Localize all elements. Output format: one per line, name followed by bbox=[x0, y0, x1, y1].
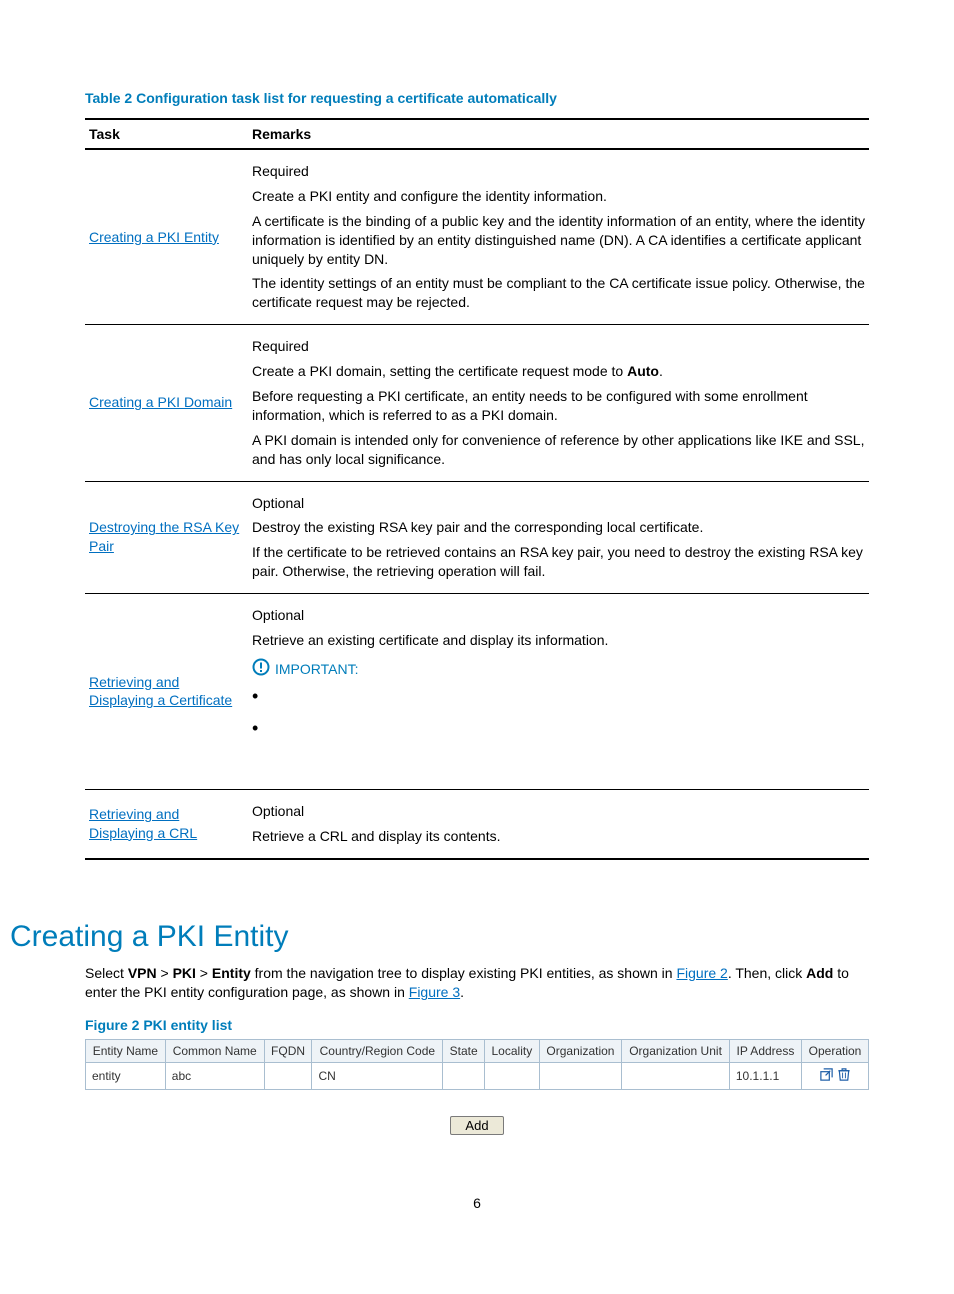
cell-state bbox=[443, 1062, 485, 1089]
link-retrieve-crl[interactable]: Retrieving and Displaying a CRL bbox=[89, 806, 197, 841]
important-bullets: • • bbox=[252, 687, 865, 769]
cell-country: CN bbox=[312, 1062, 443, 1089]
remark-text: Required bbox=[252, 337, 865, 356]
link-figure-2[interactable]: Figure 2 bbox=[676, 965, 727, 981]
col-org: Organization bbox=[539, 1039, 622, 1062]
remark-text: A certificate is the binding of a public… bbox=[252, 212, 865, 269]
col-entity-name: Entity Name bbox=[86, 1039, 166, 1062]
col-country: Country/Region Code bbox=[312, 1039, 443, 1062]
trash-icon[interactable] bbox=[837, 1067, 851, 1085]
table-caption: Table 2 Configuration task list for requ… bbox=[85, 90, 869, 106]
cell-operation bbox=[802, 1062, 869, 1089]
remark-text: Create a PKI entity and configure the id… bbox=[252, 187, 865, 206]
cell-entity-name: entity bbox=[86, 1062, 166, 1089]
important-icon bbox=[252, 658, 270, 681]
remark-text: Create a PKI domain, setting the certifi… bbox=[252, 362, 865, 381]
table-row: Retrieving and Displaying a CRL Optional… bbox=[85, 789, 869, 858]
task-table: Task Remarks Creating a PKI Entity Requi… bbox=[85, 118, 869, 860]
cell-ip: 10.1.1.1 bbox=[729, 1062, 801, 1089]
col-ou: Organization Unit bbox=[622, 1039, 730, 1062]
grid-row: entity abc CN 10.1.1.1 bbox=[86, 1062, 869, 1089]
pki-entity-grid: Entity Name Common Name FQDN Country/Reg… bbox=[85, 1039, 869, 1090]
link-creating-pki-entity[interactable]: Creating a PKI Entity bbox=[89, 229, 219, 245]
cell-fqdn bbox=[264, 1062, 312, 1089]
table-row: Destroying the RSA Key Pair Optional Des… bbox=[85, 481, 869, 594]
table-row: Creating a PKI Entity Required Create a … bbox=[85, 149, 869, 325]
col-operation: Operation bbox=[802, 1039, 869, 1062]
remark-text: Retrieve an existing certificate and dis… bbox=[252, 631, 865, 650]
remark-text: Optional bbox=[252, 606, 865, 625]
table-row: Creating a PKI Domain Required Create a … bbox=[85, 325, 869, 481]
remark-text: The identity settings of an entity must … bbox=[252, 274, 865, 312]
link-retrieve-cert[interactable]: Retrieving and Displaying a Certificate bbox=[89, 674, 232, 709]
cell-org bbox=[539, 1062, 622, 1089]
remark-text: If the certificate to be retrieved conta… bbox=[252, 543, 865, 581]
page-number: 6 bbox=[85, 1195, 869, 1211]
th-remarks: Remarks bbox=[248, 119, 869, 149]
link-destroy-rsa[interactable]: Destroying the RSA Key Pair bbox=[89, 519, 239, 554]
remark-text: A PKI domain is intended only for conven… bbox=[252, 431, 865, 469]
remark-text: Before requesting a PKI certificate, an … bbox=[252, 387, 865, 425]
col-common-name: Common Name bbox=[165, 1039, 264, 1062]
col-fqdn: FQDN bbox=[264, 1039, 312, 1062]
cell-locality bbox=[485, 1062, 540, 1089]
remark-text: Optional bbox=[252, 494, 865, 513]
section-heading: Creating a PKI Entity bbox=[10, 920, 869, 954]
figure-caption: Figure 2 PKI entity list bbox=[85, 1017, 869, 1033]
cell-common-name: abc bbox=[165, 1062, 264, 1089]
col-state: State bbox=[443, 1039, 485, 1062]
remark-text: Retrieve a CRL and display its contents. bbox=[252, 827, 865, 846]
link-figure-3[interactable]: Figure 3 bbox=[409, 984, 460, 1000]
important-label: IMPORTANT: bbox=[275, 660, 359, 679]
cell-ou bbox=[622, 1062, 730, 1089]
th-task: Task bbox=[85, 119, 248, 149]
add-button[interactable]: Add bbox=[450, 1116, 503, 1135]
col-locality: Locality bbox=[485, 1039, 540, 1062]
link-creating-pki-domain[interactable]: Creating a PKI Domain bbox=[89, 394, 232, 410]
table-row: Retrieving and Displaying a Certificate … bbox=[85, 594, 869, 790]
remark-text: Destroy the existing RSA key pair and th… bbox=[252, 518, 865, 537]
section-paragraph: Select VPN > PKI > Entity from the navig… bbox=[85, 964, 869, 1003]
remark-text: Optional bbox=[252, 802, 865, 821]
edit-icon[interactable] bbox=[819, 1067, 834, 1085]
col-ip: IP Address bbox=[729, 1039, 801, 1062]
remark-text: Required bbox=[252, 162, 865, 181]
